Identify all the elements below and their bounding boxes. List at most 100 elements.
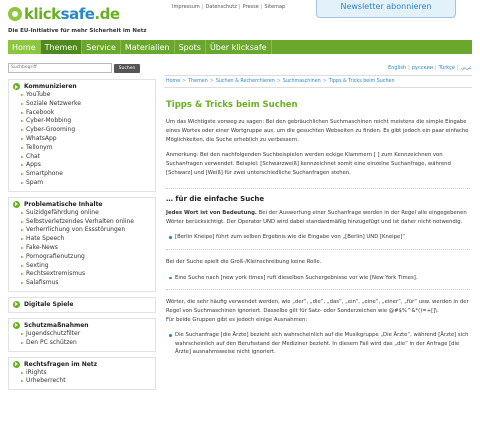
nav-home[interactable]: Home (8, 40, 41, 54)
sidebar-item[interactable]: Smartphone (9, 170, 155, 179)
separator: | (434, 65, 437, 71)
sidebar-item[interactable]: Spam (9, 179, 155, 188)
sidebar-item[interactable]: Cyber-Grooming (9, 126, 155, 135)
divider (166, 248, 470, 250)
topnav-datenschutz[interactable]: Datenschutz (205, 4, 236, 10)
paragraph-lead: Jedes Wort ist von Bedeutung. (166, 209, 257, 216)
sidebar-heading[interactable]: Problematische Inhalte (9, 200, 155, 209)
search-button[interactable]: Suchen (114, 63, 140, 73)
sidebar-heading[interactable]: Digitale Spiele (9, 300, 155, 309)
example-item: [Berlin Kneipe] führt zum selben Ergebni… (166, 233, 470, 241)
sidebar-item[interactable]: Urheberrecht (9, 377, 155, 386)
logo-part-safe: safe (60, 5, 95, 23)
nav-themen[interactable]: Themen (40, 40, 83, 54)
topnav-sitemap[interactable]: Sitemap (265, 4, 286, 10)
nav-spots[interactable]: Spots (175, 40, 206, 54)
sidebar-item[interactable]: Selbstverletzendes Verhalten online (9, 218, 155, 227)
sidebar-item[interactable]: Cyber-Mobbing (9, 117, 155, 126)
example-list: Die Suchanfrage [die Ärzte] bezieht sich… (166, 331, 470, 356)
separator: | (457, 65, 459, 71)
sidebar-item[interactable]: Hate Speech (9, 235, 155, 244)
sidebar-section-digitale-spiele: Digitale Spiele (8, 296, 156, 313)
sidebar-heading[interactable]: Schutzmaßnahmen (9, 321, 155, 330)
sidebar-item[interactable]: Tellonym (9, 144, 155, 153)
note-paragraph: Anmerkung: Bei den nachfolgenden Suchbei… (166, 152, 451, 176)
separator: > (182, 79, 187, 84)
separator: | (260, 4, 263, 10)
newsletter-button[interactable]: Newsletter abonnieren (316, 0, 456, 18)
lang-arabic[interactable]: عربي (461, 65, 472, 71)
logo-mark-icon (8, 7, 22, 21)
sidebar-item[interactable]: Den PC schützen (9, 339, 155, 348)
paragraph-text: Für beide Gruppen gibt es jedoch einige … (166, 316, 308, 323)
sidebar-item[interactable]: Jugendschutzfilter (9, 330, 155, 339)
sidebar-heading[interactable]: Kommunizieren (9, 82, 155, 91)
sidebar-list: iRights Urheberrecht (9, 369, 155, 387)
top-navigation: Impressum | Datenschutz | Presse | Sitemap (172, 4, 285, 10)
sidebar-item[interactable]: Soziale Netzwerke (9, 100, 155, 109)
example-list: [Berlin Kneipe] führt zum selben Ergebni… (166, 233, 470, 241)
sidebar-item[interactable]: Facebook (9, 109, 155, 118)
example-list: Eine Suche nach [new york times] ruft di… (166, 274, 470, 282)
sidebar-item[interactable]: Chat (9, 153, 155, 162)
paragraph: Jedes Wort ist von Bedeutung. Bei der Au… (166, 209, 470, 227)
nav-ueber-klicksafe[interactable]: Über klicksafe (206, 40, 272, 54)
sidebar-item[interactable]: Pornografienutzung (9, 253, 155, 262)
breadcrumb-item[interactable]: Suchen & Recherchieren (216, 79, 275, 84)
logo-part-tld: .de (94, 5, 120, 23)
nav-materialien[interactable]: Materialien (121, 40, 175, 54)
intro-paragraph: Um das Wichtigste vorweg zu sagen: Bei d… (166, 119, 469, 143)
arrow-bullet-icon (13, 321, 20, 329)
sidebar-heading-label: Kommunizieren (24, 83, 77, 90)
separator: | (408, 65, 410, 71)
lang-russian[interactable]: русскии (412, 65, 433, 71)
section-heading: … für die einfache Suche (166, 187, 470, 203)
topnav-impressum[interactable]: Impressum (172, 4, 200, 10)
sidebar-heading-label: Problematische Inhalte (24, 200, 103, 208)
lang-turkish[interactable]: Türkçe (439, 65, 455, 71)
sidebar-item[interactable]: Sexting (9, 262, 155, 271)
sidebar-item[interactable]: YouTube (9, 91, 155, 100)
sidebar-item[interactable]: Verherrlichung von Essstörungen (9, 226, 155, 235)
site-logo[interactable]: klicksafe.de (8, 4, 120, 24)
separator: | (238, 4, 241, 10)
sidebar-item[interactable]: Suizidgefährdung online (9, 209, 155, 218)
separator: | (201, 4, 204, 10)
example-item: Eine Suche nach [new york times] ruft di… (166, 274, 470, 282)
sidebar-heading-label: Rechtsfragen im Netz (24, 360, 98, 368)
sidebar-item[interactable]: Rechtsextremismus (9, 270, 155, 279)
topnav-presse[interactable]: Presse (243, 4, 259, 10)
sidebar-section-problematische-inhalte: Problematische Inhalte Suizidgefährdung … (8, 196, 156, 292)
sidebar-heading-label: Digitale Spiele (24, 300, 74, 308)
breadcrumb: Home > Themen > Suchen & Recherchieren > Suchm… (164, 75, 472, 88)
separator: > (209, 79, 214, 84)
arrow-bullet-icon (13, 83, 20, 90)
sidebar-list: YouTube Soziale Netzwerke Facebook Cyber… (9, 91, 155, 188)
sidebar-item[interactable]: Apps (9, 161, 155, 170)
sidebar-section-kommunizieren: Kommunizieren YouTube Soziale Netzwerke … (8, 79, 156, 192)
breadcrumb-item[interactable]: Themen (188, 79, 208, 84)
nav-service[interactable]: Service (82, 40, 121, 54)
search-input[interactable]: Suchbegriff (8, 63, 112, 73)
example-item: Die Suchanfrage [die Ärzte] bezieht sich… (166, 331, 470, 356)
search-form: Suchbegriff Suchen (8, 63, 156, 73)
breadcrumb-item[interactable]: Suchmaschinen (283, 79, 321, 84)
paragraph: Wörter, die sehr häufig verwendet werden… (166, 298, 470, 324)
sidebar-heading[interactable]: Rechtsfragen im Netz (9, 360, 155, 369)
sidebar-item[interactable]: iRights (9, 369, 155, 378)
lang-english[interactable]: English (388, 65, 406, 71)
arrow-bullet-icon (13, 200, 20, 208)
language-switcher: English | русскии | Türkçe | عربي (164, 63, 472, 73)
arrow-bullet-icon (13, 360, 20, 368)
sidebar-item[interactable]: Fake-News (9, 244, 155, 253)
sidebar-list: Suizidgefährdung online Selbstverletzend… (9, 209, 155, 288)
logo-wordmark: klicksafe.de (24, 5, 120, 23)
sidebar-heading-label: Schutzmaßnahmen (24, 321, 89, 329)
breadcrumb-item-current: Tipps & Tricks beim Suchen (328, 79, 395, 84)
sidebar-item[interactable]: Salafismus (9, 279, 155, 288)
logo-part-klick: klick (24, 5, 61, 23)
breadcrumb-item[interactable]: Home (166, 79, 180, 84)
page-title: Tipps & Tricks beim Suchen (166, 100, 298, 110)
sidebar-section-rechtsfragen: Rechtsfragen im Netz iRights Urheberrech… (8, 356, 156, 391)
sidebar-item[interactable]: WhatsApp (9, 135, 155, 144)
